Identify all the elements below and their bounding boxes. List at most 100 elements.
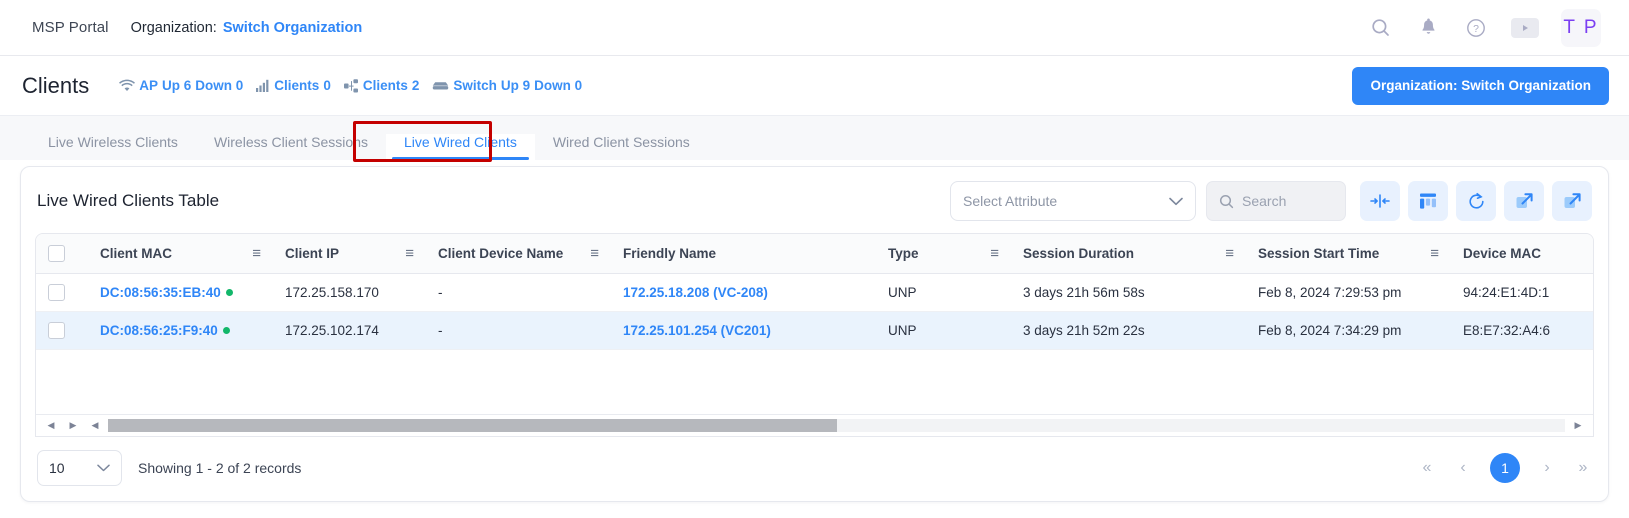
status-online-dot <box>222 327 230 335</box>
row-select-cell <box>36 311 88 350</box>
header-label: Session Duration <box>1023 245 1135 261</box>
fit-columns-icon[interactable] <box>1360 181 1400 221</box>
help-circle-icon[interactable]: ? <box>1463 15 1489 41</box>
tab-wireless-client-sessions[interactable]: Wireless Client Sessions <box>196 134 386 160</box>
column-menu-icon[interactable]: ≡ <box>397 246 414 261</box>
table-header-row: Client MAC ≡ Client IP ≡ Client Device N… <box>36 234 1593 274</box>
scroll-left-arrow-outer[interactable]: ◀ <box>40 415 62 435</box>
friendly-name-link[interactable]: 172.25.101.254 (VC201) <box>623 323 771 338</box>
cell-type: UNP <box>876 311 1011 350</box>
cell-session-duration: 3 days 21h 56m 58s <box>1011 273 1246 312</box>
scrollbar-track[interactable] <box>108 418 1565 432</box>
table-empty-space <box>36 349 1593 414</box>
row-checkbox[interactable] <box>48 321 65 339</box>
cell-session-start-time: Feb 8, 2024 7:34:29 pm <box>1246 311 1451 350</box>
pagination-page-1[interactable]: 1 <box>1490 452 1520 483</box>
expand-icon[interactable] <box>1504 181 1544 221</box>
stat-wireless-clients-label: Clients <box>274 78 320 93</box>
pagination-last[interactable]: » <box>1574 459 1592 476</box>
stat-wireless-clients[interactable]: Clients 0 <box>256 78 331 93</box>
tab-live-wired-clients[interactable]: Live Wired Clients <box>386 134 535 160</box>
top-navigation-bar: MSP Portal Organization: Switch Organiza… <box>0 0 1629 56</box>
pagination: « ‹ 1 › » <box>1418 452 1592 483</box>
stat-wireless-clients-value: 0 <box>323 78 331 93</box>
column-menu-icon[interactable]: ≡ <box>582 246 599 261</box>
select-all-checkbox[interactable] <box>48 244 65 262</box>
friendly-name-link[interactable]: 172.25.18.208 (VC-208) <box>623 285 768 300</box>
switch-organization-link[interactable]: Switch Organization <box>223 20 362 36</box>
column-header-session-duration: Session Duration ≡ <box>1011 234 1246 274</box>
stat-wired-clients[interactable]: Clients 2 <box>343 78 420 93</box>
stat-switch[interactable]: Switch Up 9 Down 0 <box>432 78 582 93</box>
scrollbar-thumb[interactable] <box>108 418 837 432</box>
horizontal-scrollbar[interactable]: ◀ ▶ ◀ ▶ <box>36 413 1593 436</box>
page-size-value: 10 <box>49 459 65 476</box>
header-label: Type <box>888 245 919 261</box>
switch-icon <box>432 80 449 92</box>
cell-client-device-name: - <box>426 311 611 350</box>
column-header-device-mac: Device MAC <box>1451 234 1593 274</box>
cell-device-mac: 94:24:E1:4D:1 <box>1451 273 1593 312</box>
column-chooser-icon[interactable] <box>1408 181 1448 221</box>
search-input[interactable]: Search <box>1206 181 1346 221</box>
stat-ap[interactable]: AP Up 6 Down 0 <box>119 78 243 93</box>
header-label: Client IP <box>285 245 340 261</box>
scroll-right-arrow[interactable]: ▶ <box>1567 415 1589 435</box>
row-checkbox[interactable] <box>48 283 65 301</box>
clients-table-container: Client MAC ≡ Client IP ≡ Client Device N… <box>35 233 1594 437</box>
export-icon[interactable] <box>1552 181 1592 221</box>
column-menu-icon[interactable]: ≡ <box>1217 246 1234 261</box>
live-wired-clients-table: Client MAC ≡ Client IP ≡ Client Device N… <box>36 234 1593 350</box>
client-mac-link[interactable]: DC:08:56:25:F9:40 <box>100 323 218 338</box>
column-menu-icon[interactable]: ≡ <box>982 246 999 261</box>
stat-switch-up: Up 9 <box>500 78 531 93</box>
scroll-left-arrow[interactable]: ◀ <box>84 415 106 435</box>
tab-list: Live Wireless Clients Wireless Client Se… <box>30 116 1629 160</box>
wifi-icon <box>119 79 136 92</box>
cell-client-ip: 172.25.102.174 <box>273 311 426 350</box>
pagination-next[interactable]: › <box>1538 459 1556 476</box>
stat-ap-down: Down 0 <box>195 78 244 93</box>
tab-bar: Live Wireless Clients Wireless Client Se… <box>0 116 1629 162</box>
select-attribute-dropdown[interactable]: Select Attribute <box>950 181 1196 221</box>
cell-type: UNP <box>876 273 1011 312</box>
cell-device-mac: E8:E7:32:A4:6 <box>1451 311 1593 350</box>
column-menu-icon[interactable]: ≡ <box>1422 246 1439 261</box>
stat-wired-clients-label: Clients <box>362 78 408 93</box>
column-menu-icon[interactable]: ≡ <box>244 246 261 261</box>
chevron-down-icon <box>1169 197 1183 206</box>
bell-icon[interactable] <box>1415 15 1441 41</box>
status-online-dot <box>225 289 233 297</box>
search-icon[interactable] <box>1367 15 1393 41</box>
switch-organization-button[interactable]: Organization: Switch Organization <box>1352 66 1609 105</box>
user-avatar[interactable]: T P <box>1561 8 1601 47</box>
header-label: Session Start Time <box>1258 245 1380 261</box>
column-header-type: Type ≡ <box>876 234 1011 274</box>
stat-wired-clients-value: 2 <box>411 78 420 93</box>
table-row[interactable]: DC:08:56:35:EB:40 172.25.158.170 - 172.2… <box>36 273 1593 312</box>
refresh-icon[interactable] <box>1456 181 1496 221</box>
cell-friendly-name: 172.25.101.254 (VC201) <box>611 311 876 350</box>
stat-ap-up: Up 6 <box>162 78 192 93</box>
chevron-down-icon <box>97 464 110 472</box>
cell-friendly-name: 172.25.18.208 (VC-208) <box>611 273 876 312</box>
column-header-session-start-time: Session Start Time ≡ <box>1246 234 1451 274</box>
play-icon[interactable] <box>1511 17 1539 38</box>
column-header-client-mac: Client MAC ≡ <box>88 234 273 274</box>
tab-wired-client-sessions[interactable]: Wired Client Sessions <box>535 134 708 160</box>
client-mac-link[interactable]: DC:08:56:35:EB:40 <box>100 285 221 300</box>
page-size-select[interactable]: 10 <box>37 449 122 486</box>
network-icon <box>343 78 359 93</box>
column-header-friendly-name: Friendly Name <box>611 234 876 274</box>
table-row[interactable]: DC:08:56:25:F9:40 172.25.102.174 - 172.2… <box>36 311 1593 350</box>
device-status-summary: AP Up 6 Down 0 Clients 0 Clients 2 Switc… <box>119 78 582 93</box>
card-header: Live Wired Clients Table Select Attribut… <box>21 167 1608 233</box>
stat-switch-down: Down 0 <box>534 78 583 93</box>
organization-line: Organization: Switch Organization <box>131 20 363 36</box>
pagination-first[interactable]: « <box>1418 459 1436 476</box>
table-toolbar <box>1360 181 1592 221</box>
pagination-prev[interactable]: ‹ <box>1454 459 1472 476</box>
tab-live-wireless-clients[interactable]: Live Wireless Clients <box>30 134 196 160</box>
page-title: Clients <box>22 72 90 98</box>
scroll-right-arrow-outer[interactable]: ▶ <box>62 415 84 435</box>
